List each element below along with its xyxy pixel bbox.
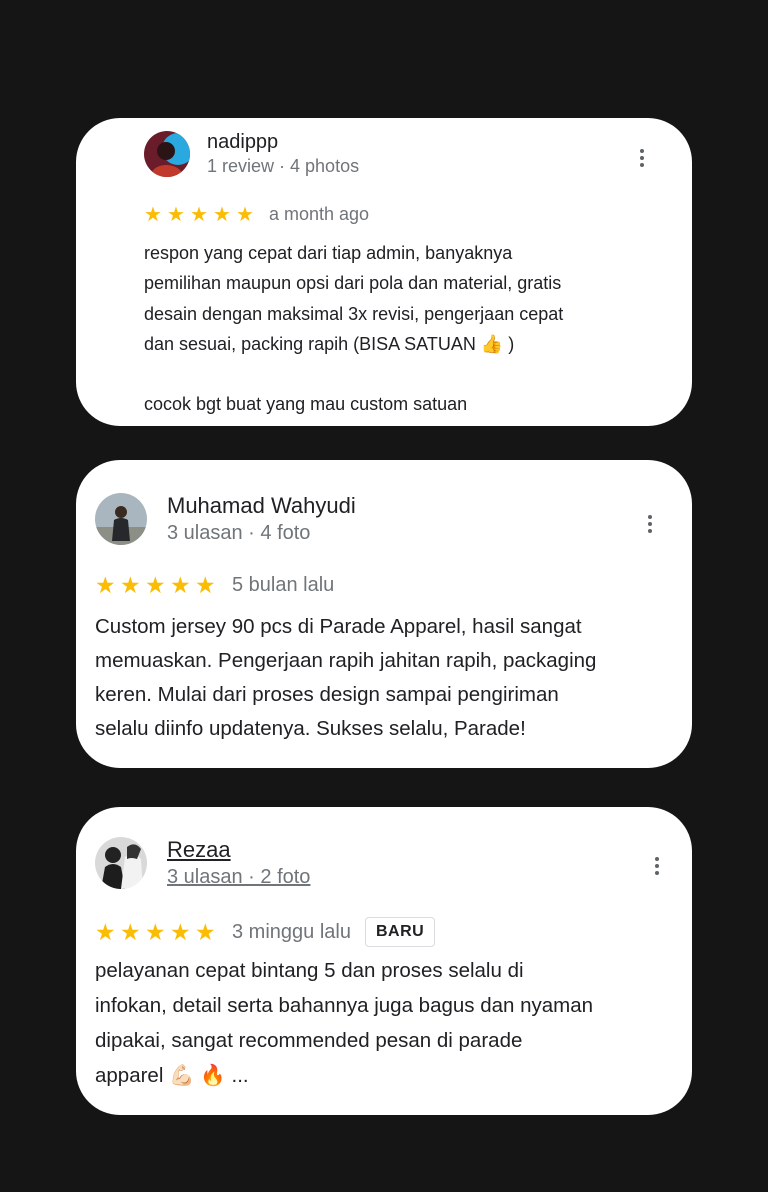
review-line: infokan, detail serta bahannya juga bagu… <box>95 994 594 1017</box>
author-block: Rezaa 3 ulasan · 2 foto <box>167 837 310 889</box>
author-meta[interactable]: 3 ulasan · 4 foto <box>167 522 356 545</box>
review-line: Custom jersey 90 pcs di Parade Apparel, … <box>95 615 582 638</box>
author-name[interactable]: nadippp <box>207 131 359 154</box>
review-line-blank <box>144 359 674 389</box>
star-icon: ★ <box>170 918 191 945</box>
rating-row: ★ ★ ★ ★ ★ 5 bulan lalu <box>95 574 334 597</box>
star-icon: ★ <box>95 572 116 598</box>
review-time: 5 bulan lalu <box>232 574 335 596</box>
star-icon: ★ <box>95 918 116 945</box>
star-icon: ★ <box>144 203 162 226</box>
author-name[interactable]: Muhamad Wahyudi <box>167 493 356 519</box>
star-icon: ★ <box>167 203 185 226</box>
author-meta[interactable]: 3 ulasan · 2 foto <box>167 866 310 889</box>
review-card: Rezaa 3 ulasan · 2 foto ★ ★ ★ ★ ★ 3 ming… <box>76 807 692 1115</box>
star-rating: ★ ★ ★ ★ ★ <box>95 918 220 945</box>
star-icon: ★ <box>190 203 208 226</box>
review-line: keren. Mulai dari proses design sampai p… <box>95 683 559 706</box>
new-badge: BARU <box>364 917 436 947</box>
review-header: nadippp 1 review · 4 photos <box>144 131 359 177</box>
review-text: respon yang cepat dari tiap admin, banya… <box>144 238 674 420</box>
review-text: pelayanan cepat bintang 5 dan proses sel… <box>95 953 685 1093</box>
star-icon: ★ <box>145 572 166 598</box>
review-text: Custom jersey 90 pcs di Parade Apparel, … <box>95 610 680 746</box>
star-rating: ★ ★ ★ ★ ★ <box>95 574 220 597</box>
review-line: selalu diinfo updatenya. Sukses selalu, … <box>95 717 526 740</box>
review-line: pemilihan maupun opsi dari pola dan mate… <box>144 273 562 294</box>
star-rating: ★ ★ ★ ★ ★ <box>144 205 259 225</box>
review-header: Rezaa 3 ulasan · 2 foto <box>95 837 310 889</box>
author-name[interactable]: Rezaa <box>167 837 310 863</box>
review-line: respon yang cepat dari tiap admin, banya… <box>144 243 513 263</box>
review-line: apparel 💪🏻 🔥 ... <box>95 1064 249 1087</box>
review-line: memuaskan. Pengerjaan rapih jahitan rapi… <box>95 649 597 672</box>
star-icon: ★ <box>120 572 141 598</box>
author-block: nadippp 1 review · 4 photos <box>207 131 359 177</box>
star-icon: ★ <box>195 572 216 598</box>
author-meta[interactable]: 1 review · 4 photos <box>207 156 359 177</box>
avatar[interactable] <box>95 493 147 545</box>
review-card: Muhamad Wahyudi 3 ulasan · 4 foto ★ ★ ★ … <box>76 460 692 768</box>
star-icon: ★ <box>195 918 216 945</box>
star-icon: ★ <box>170 572 191 598</box>
review-time: a month ago <box>269 204 370 224</box>
review-line: desain dengan maksimal 3x revisi, penger… <box>144 303 564 324</box>
review-line: dan sesuai, packing rapih (BISA SATUAN 👍… <box>144 333 515 354</box>
star-icon: ★ <box>145 918 166 945</box>
rating-row: ★ ★ ★ ★ ★ a month ago <box>144 204 369 225</box>
review-card: nadippp 1 review · 4 photos ★ ★ ★ ★ ★ a … <box>76 118 692 426</box>
more-options-icon[interactable] <box>645 854 669 878</box>
more-options-icon[interactable] <box>638 512 662 536</box>
review-line: cocok bgt buat yang mau custom satuan <box>144 394 468 415</box>
star-icon: ★ <box>236 203 254 226</box>
review-line: dipakai, sangat recommended pesan di par… <box>95 1029 523 1052</box>
rating-row: ★ ★ ★ ★ ★ 3 minggu lalu BARU <box>95 917 436 947</box>
more-options-icon[interactable] <box>630 146 654 170</box>
review-line: pelayanan cepat bintang 5 dan proses sel… <box>95 959 524 982</box>
author-block: Muhamad Wahyudi 3 ulasan · 4 foto <box>167 493 356 545</box>
review-time: 3 minggu lalu <box>232 920 351 943</box>
star-icon: ★ <box>120 918 141 945</box>
avatar[interactable] <box>95 837 147 889</box>
star-icon: ★ <box>213 203 231 226</box>
avatar[interactable] <box>144 131 190 177</box>
review-header: Muhamad Wahyudi 3 ulasan · 4 foto <box>95 493 356 545</box>
